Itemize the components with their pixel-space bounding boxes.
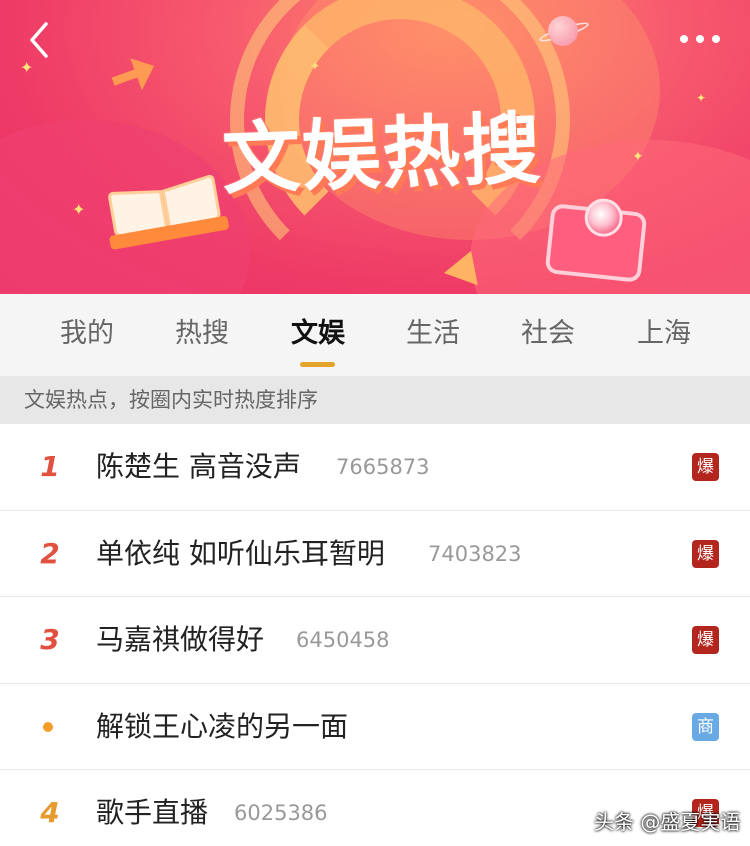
- rank-number: 2: [40, 536, 60, 570]
- back-button[interactable]: [20, 20, 60, 60]
- sparkle-icon: ✦: [72, 200, 86, 219]
- hot-badge: 爆: [692, 626, 719, 654]
- tab-society[interactable]: 社会: [490, 294, 606, 376]
- tab-shanghai[interactable]: 上海: [606, 294, 722, 376]
- heat-count: 6025386: [234, 801, 328, 825]
- sparkle-icon: ✦: [696, 91, 707, 105]
- banner-title: 文娱热搜: [220, 104, 544, 206]
- heat-count: 7403823: [428, 541, 522, 566]
- tab-hot-search[interactable]: 热搜: [144, 294, 260, 376]
- sparkle-icon: ✦: [632, 149, 644, 165]
- topic-title: 解锁王心凌的另一面: [96, 709, 349, 743]
- topic-title: 陈楚生 高音没声: [96, 450, 301, 483]
- rank-number: 4: [40, 796, 60, 829]
- active-tab-indicator: [300, 362, 335, 367]
- rank-number: 1: [40, 450, 60, 483]
- tab-mine[interactable]: 我的: [29, 294, 145, 376]
- topic-title: 单依纯 如听仙乐耳暂明: [96, 536, 385, 570]
- chevron-left-icon: [30, 22, 48, 58]
- hot-badge: 爆: [692, 453, 719, 481]
- topic-title: 歌手直播: [96, 796, 209, 829]
- more-button[interactable]: [676, 28, 724, 50]
- list-item[interactable]: 1 陈楚生 高音没声 7665873 爆: [0, 424, 750, 511]
- header-banner: ✦ ✦ ✦ ✦ ✦ 文娱热搜: [0, 0, 750, 294]
- watermark: 头条 @盛夏実语: [594, 810, 741, 834]
- tab-life[interactable]: 生活: [375, 294, 491, 376]
- bullet-dot-icon: [43, 721, 53, 732]
- list-item-sponsored[interactable]: 解锁王心凌的另一面 商: [0, 683, 750, 770]
- section-hint: 文娱热点，按圈内实时热度排序: [0, 376, 750, 424]
- arrow-decoration-icon: [108, 52, 161, 99]
- topic-title: 马嘉祺做得好: [96, 623, 265, 656]
- list-item[interactable]: 2 单依纯 如听仙乐耳暂明 7403823 爆: [0, 510, 750, 597]
- planet-icon: [548, 16, 578, 46]
- rank-number: 3: [40, 623, 60, 656]
- heat-count: 6450458: [296, 628, 390, 652]
- heat-count: 7665873: [336, 455, 430, 479]
- more-dots-icon: [680, 35, 720, 43]
- list-item[interactable]: 3 马嘉祺做得好 6450458 爆: [0, 597, 750, 684]
- sparkle-icon: ✦: [20, 58, 34, 77]
- category-tabs: 我的 热搜 文娱 生活 社会 上海: [0, 294, 750, 376]
- trending-list: 1 陈楚生 高音没声 7665873 爆 2 单依纯 如听仙乐耳暂明 74038…: [0, 424, 750, 846]
- hot-badge: 爆: [692, 539, 719, 568]
- camera-icon: [544, 196, 648, 283]
- sparkle-icon: ✦: [310, 59, 321, 73]
- ad-badge: 商: [692, 712, 719, 741]
